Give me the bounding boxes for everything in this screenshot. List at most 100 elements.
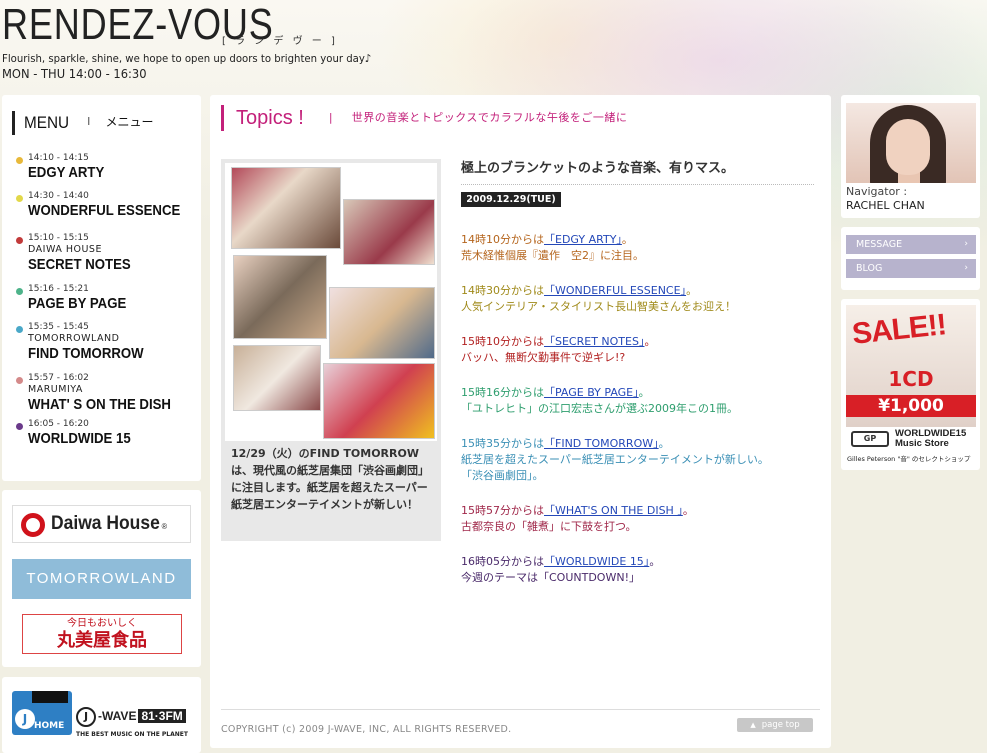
menu-item-worldwide-15[interactable]: 16:05 - 16:20 WORLDWIDE 15	[14, 419, 199, 457]
marumiya-slogan: 今日もおいしく	[67, 618, 137, 629]
home-button[interactable]: J HOME	[12, 691, 72, 735]
menu-dot-icon	[16, 157, 23, 164]
store-name: WORLDWIDE15 Music Store	[895, 428, 967, 449]
entry-link[interactable]: 「EDGY ARTY」	[544, 233, 622, 246]
entry-link[interactable]: 「WORLDWIDE 15」	[544, 555, 649, 568]
marumiya-banner[interactable]: 今日もおいしく 丸美屋食品	[22, 614, 182, 654]
menu-title: MENU	[24, 113, 70, 132]
topic-photo-box: 12/29（火）のFIND TOMORROWは、現代風の紙芝居集団「渋谷画劇団」…	[221, 159, 441, 541]
links-panel: MESSAGE › BLOG ›	[841, 227, 980, 290]
entry-worldwide-15: 16時05分からは「WORLDWIDE 15」。 今週のテーマは「COUNTDO…	[461, 554, 816, 586]
message-label: MESSAGE	[856, 239, 903, 250]
sale-ad-banner[interactable]: SALE!! 1CD ¥1,000	[846, 305, 976, 427]
menu-dot-icon	[16, 326, 23, 333]
entry-link[interactable]: 「WHAT'S ON THE DISH 」	[544, 504, 683, 517]
entry-link[interactable]: 「WONDERFUL ESSENCE」	[544, 284, 686, 297]
topics-separator: |	[328, 111, 333, 124]
home-label: HOME	[34, 721, 65, 731]
copyright-text: COPYRIGHT (c) 2009 J-WAVE, INC, ALL RIGH…	[221, 724, 512, 735]
menu-item-name[interactable]: EDGY ARTY	[28, 164, 178, 182]
menu-item-sponsor: MARUMIYA	[28, 384, 83, 395]
entry-desc: 古都奈良の「雑煮」に下鼓を打つ。	[461, 520, 637, 533]
menu-item-time: 14:30 - 14:40	[28, 191, 89, 201]
daiwa-logo-icon	[21, 513, 45, 537]
topic-photo-collage[interactable]	[225, 163, 437, 441]
page: RENDEZ-VOUS [ ラ ン デ ヴ ー ] Flourish, spar…	[0, 0, 987, 753]
page-top-label: page top	[761, 720, 800, 730]
menu-item-time: 15:57 - 16:02	[28, 373, 89, 383]
marumiya-name: 丸美屋食品	[57, 630, 147, 651]
menu-dot-icon	[16, 423, 23, 430]
navigator-face	[886, 119, 930, 175]
navigator-panel: Navigator : RACHEL CHAN	[841, 95, 980, 218]
menu-item-name[interactable]: FIND TOMORROW	[28, 345, 178, 363]
message-button[interactable]: MESSAGE ›	[846, 235, 976, 254]
entry-link[interactable]: 「SECRET NOTES」	[544, 335, 644, 348]
topics-panel: Topics ! | 世界の音楽とトピックスでカラフルな午後をご一緒に 12/2…	[210, 95, 831, 748]
topics-subtitle: 世界の音楽とトピックスでカラフルな午後をご一緒に	[351, 111, 628, 124]
daiwa-house-banner[interactable]: Daiwa House ®	[12, 505, 191, 543]
menu-item-page-by-page[interactable]: 15:16 - 15:21 PAGE BY PAGE	[14, 284, 199, 322]
article-title: 極上のブランケットのような音楽、有りマス。	[461, 157, 814, 185]
jwave-mark-icon: J	[76, 707, 96, 727]
worldwide15-store-logo[interactable]: GP WORLDWIDE15 Music Store	[851, 429, 971, 449]
menu-list: 14:10 - 14:15 EDGY ARTY 14:30 - 14:40 WO…	[14, 153, 199, 457]
navigator-photo[interactable]	[846, 103, 976, 183]
menu-item-secret-notes[interactable]: 15:10 - 15:15 DAIWA HOUSE SECRET NOTES	[14, 233, 199, 284]
ad-1cd-text: 1CD	[888, 367, 934, 391]
menu-item-name[interactable]: WORLDWIDE 15	[28, 430, 178, 448]
store-mark-icon: GP	[851, 431, 889, 447]
entry-edgy-arty: 14時10分からは「EDGY ARTY」。 荒木経惟個展『遺作 空2』に注目。	[461, 232, 816, 264]
menu-item-time: 16:05 - 16:20	[28, 419, 89, 429]
article-entries: 14時10分からは「EDGY ARTY」。 荒木経惟個展『遺作 空2』に注目。 …	[461, 232, 816, 605]
entry-desc: 今週のテーマは「COUNTDOWN!」	[461, 571, 640, 584]
site-tagline: Flourish, sparkle, shine, we hope to ope…	[2, 52, 372, 65]
entry-secret-notes: 15時10分からは「SECRET NOTES」。 バッハ、無断欠勤事件で逆ギレ!…	[461, 334, 816, 366]
menu-item-name[interactable]: WONDERFUL ESSENCE	[28, 202, 180, 220]
article-date-badge: 2009.12.29(TUE)	[461, 192, 561, 207]
menu-item-time: 14:10 - 14:15	[28, 153, 89, 163]
collage-photo	[233, 255, 327, 339]
menu-item-time: 15:35 - 15:45	[28, 322, 89, 332]
entry-desc: バッハ、無断欠勤事件で逆ギレ!?	[461, 351, 626, 364]
home-panel: J HOME J -WAVE 81·3FM THE BEST MUSIC ON T…	[2, 677, 201, 753]
entry-desc: 荒木経惟個展『遺作 空2』に注目。	[461, 249, 644, 262]
menu-item-name[interactable]: PAGE BY PAGE	[28, 295, 178, 313]
daiwa-house-label: Daiwa House ®	[51, 513, 168, 534]
menu-dot-icon	[16, 288, 23, 295]
jwave-subline: THE BEST MUSIC ON THE PLANET	[76, 731, 188, 738]
menu-item-find-tomorrow[interactable]: 15:35 - 15:45 TOMORROWLAND FIND TOMORROW	[14, 322, 199, 373]
collage-photo	[231, 167, 341, 249]
entry-link[interactable]: 「FIND TOMORROW」	[544, 437, 659, 450]
menu-item-whats-on-the-dish[interactable]: 15:57 - 16:02 MARUMIYA WHAT' S ON THE DI…	[14, 373, 199, 419]
entry-link[interactable]: 「PAGE BY PAGE」	[544, 386, 639, 399]
menu-item-name[interactable]: WHAT' S ON THE DISH	[28, 396, 178, 414]
menu-item-edgy-arty[interactable]: 14:10 - 14:15 EDGY ARTY	[14, 153, 199, 191]
navigator-name: RACHEL CHAN	[846, 199, 925, 212]
topics-footer: COPYRIGHT (c) 2009 J-WAVE, INC, ALL RIGH…	[221, 709, 820, 735]
menu-dot-icon	[16, 237, 23, 244]
page-top-button[interactable]: ▲ page top	[737, 718, 813, 732]
ad-sale-text: SALE!!	[850, 308, 948, 351]
menu-item-time: 15:16 - 15:21	[28, 284, 89, 294]
sponsor-panel: Daiwa House ® TOMORROWLAND 今日もおいしく 丸美屋食品	[2, 490, 201, 667]
menu-item-wonderful-essence[interactable]: 14:30 - 14:40 WONDERFUL ESSENCE	[14, 191, 199, 233]
jwave-logo[interactable]: J -WAVE 81·3FM THE BEST MUSIC ON THE PLAN…	[76, 707, 192, 738]
arrow-up-icon: ▲	[750, 721, 756, 729]
home-screen-icon	[32, 691, 68, 703]
entry-page-by-page: 15時16分からは「PAGE BY PAGE」。 「ユトレヒト」の江口宏志さんが…	[461, 385, 816, 417]
menu-separator: I	[87, 115, 91, 128]
menu-dot-icon	[16, 377, 23, 384]
entry-find-tomorrow: 15時35分からは「FIND TOMORROW」。 紙芝居を超えたスーパー紙芝居…	[461, 436, 816, 484]
broadcast-schedule: MON - THU 14:00 - 16:30	[2, 66, 147, 81]
entry-desc: 紙芝居を超えたスーパー紙芝居エンターテイメントが新しい。「渋谷画劇団」。	[461, 453, 769, 482]
ad-price: ¥1,000	[846, 395, 976, 417]
menu-item-name[interactable]: SECRET NOTES	[28, 256, 178, 274]
topics-heading: Topics ! | 世界の音楽とトピックスでカラフルな午後をご一緒に	[221, 105, 627, 131]
menu-item-sponsor: DAIWA HOUSE	[28, 244, 102, 255]
menu-panel: MENU I メニュー 14:10 - 14:15 EDGY ARTY 14:3…	[2, 95, 201, 481]
jwave-text: -WAVE 81·3FM	[98, 709, 186, 723]
tomorrowland-banner[interactable]: TOMORROWLAND	[12, 559, 191, 599]
menu-item-sponsor: TOMORROWLAND	[28, 333, 120, 344]
blog-button[interactable]: BLOG ›	[846, 259, 976, 278]
